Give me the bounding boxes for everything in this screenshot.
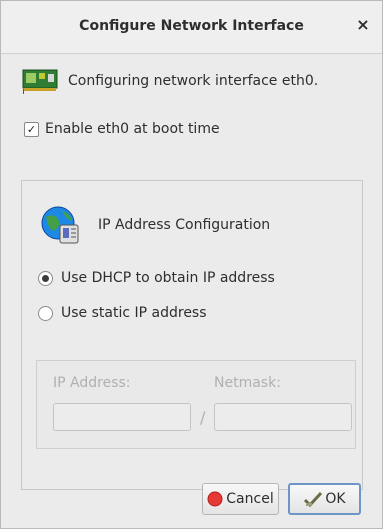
boot-checkbox-row[interactable]: ✓ Enable eth0 at boot time [24,121,220,137]
cancel-icon [207,491,223,507]
title-bar: Configure Network Interface × [1,1,382,54]
ip-config-title: IP Address Configuration [98,217,271,233]
boot-checkbox-label[interactable]: Enable eth0 at boot time [45,121,220,137]
ip-address-input[interactable] [53,403,191,431]
static-radio[interactable] [38,305,53,321]
dhcp-radio-label[interactable]: Use DHCP to obtain IP address [61,270,275,286]
interface-header-text: Configuring network interface eth0. [68,73,319,89]
ok-button[interactable]: OK [288,483,361,515]
cancel-label: Cancel [226,491,274,507]
dhcp-radio[interactable] [38,270,53,286]
dialog-body: Configuring network interface eth0. ✓ En… [1,54,382,528]
static-ip-group: IP Address: Netmask: / [36,360,356,449]
boot-checkbox[interactable]: ✓ [24,121,39,137]
ip-config-header: IP Address Configuration [40,205,270,245]
static-radio-row[interactable]: Use static IP address [38,305,207,321]
close-icon[interactable]: × [354,16,372,34]
netmask-label: Netmask: [214,375,281,391]
checkmark-icon [304,491,323,507]
interface-header: Configuring network interface eth0. [22,68,318,94]
ip-config-frame: IP Address Configuration Use DHCP to obt… [21,180,363,490]
ip-address-label: IP Address: [53,375,131,391]
network-globe-icon [41,206,79,244]
netmask-input[interactable] [214,403,352,431]
configure-network-dialog: Configure Network Interface × Configurin… [0,0,383,529]
network-card-icon [22,69,58,94]
ip-separator: / [200,408,206,427]
dhcp-radio-row[interactable]: Use DHCP to obtain IP address [38,270,275,286]
ok-label: OK [325,491,346,507]
cancel-button[interactable]: Cancel [202,483,279,515]
dialog-title: Configure Network Interface [79,18,304,34]
static-radio-label[interactable]: Use static IP address [61,305,207,321]
